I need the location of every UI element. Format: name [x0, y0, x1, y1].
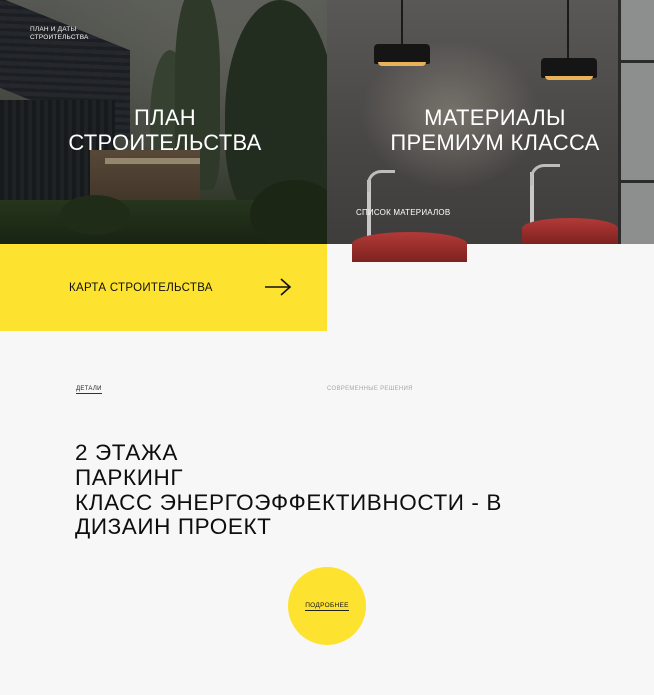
more-button[interactable]: ПОДРОБНЕЕ — [288, 567, 366, 645]
basin-image — [522, 218, 618, 244]
tab-modern-solutions[interactable]: СОВРЕМЕННЫЕ РЕШЕНИЯ — [327, 386, 413, 392]
basin-image — [352, 232, 467, 262]
lamp-glow-image — [545, 76, 593, 80]
materials-title-line: ПРЕМИУМ КЛАССА — [390, 129, 600, 155]
headline-line: КЛАСС ЭНЕРГОЭФФЕКТИВНОСТИ - B — [75, 489, 502, 515]
window-bar-image — [618, 60, 654, 63]
pendant-lamp-image — [374, 44, 430, 64]
materials-list-link[interactable]: СПИСОК МАТЕРИАЛОВ — [356, 208, 450, 217]
faucet-image — [530, 164, 560, 186]
faucet-image — [367, 170, 395, 192]
tab-details[interactable]: ДЕТАЛИ — [76, 386, 102, 394]
plan-caption: ПЛАН И ДАТЫ СТРОИТЕЛЬСТВА — [30, 26, 89, 42]
arrow-right-icon — [265, 278, 292, 296]
plan-title-line: СТРОИТЕЛЬСТВА — [68, 129, 262, 155]
plan-caption-line: ПЛАН И ДАТЫ — [30, 26, 77, 33]
more-button-label: ПОДРОБНЕЕ — [305, 601, 349, 611]
headline-line: 2 ЭТАЖА — [75, 440, 178, 465]
construction-map-button[interactable]: КАРТА СТРОИТЕЛЬСТВА — [0, 244, 327, 331]
lamp-cord-image — [401, 0, 403, 45]
materials-title-line: МАТЕРИАЛЫ — [424, 105, 566, 130]
plan-caption-line: СТРОИТЕЛЬСТВА — [30, 34, 89, 42]
features-headline: 2 ЭТАЖА ПАРКИНГ КЛАСС ЭНЕРГОЭФФЕКТИВНОСТ… — [75, 440, 502, 540]
plan-title: ПЛАН СТРОИТЕЛЬСТВА — [0, 105, 327, 156]
plan-tile[interactable]: ПЛАН И ДАТЫ СТРОИТЕЛЬСТВА ПЛАН СТРОИТЕЛЬ… — [0, 0, 327, 244]
headline-line: ПАРКИНГ — [75, 464, 184, 490]
pendant-lamp-image — [541, 58, 597, 78]
lamp-cord-image — [567, 0, 569, 60]
window-bar-image — [618, 180, 654, 183]
materials-title: МАТЕРИАЛЫ ПРЕМИУМ КЛАССА — [330, 105, 654, 156]
plan-title-line: ПЛАН — [133, 105, 196, 130]
lamp-glow-image — [378, 62, 426, 66]
headline-line: ДИЗАИН ПРОЕКТ — [75, 514, 272, 540]
construction-map-label: КАРТА СТРОИТЕЛЬСТВА — [69, 281, 213, 294]
